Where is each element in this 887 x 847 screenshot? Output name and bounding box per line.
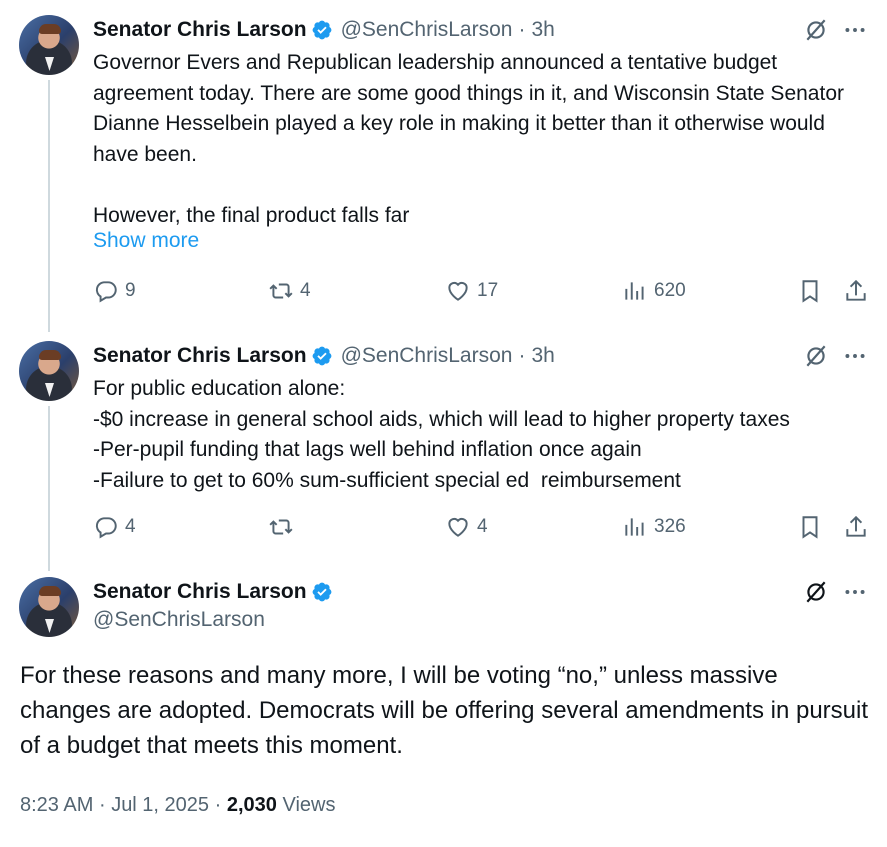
views-bar-icon bbox=[625, 282, 644, 300]
views-button[interactable]: 620 bbox=[622, 278, 686, 304]
avatar-shirt bbox=[45, 383, 54, 397]
reply-button[interactable]: 9 bbox=[93, 278, 136, 304]
share-button[interactable] bbox=[843, 278, 869, 309]
grok-slash-icon[interactable] bbox=[803, 17, 829, 48]
more-dots-icon[interactable] bbox=[842, 343, 868, 374]
separator: · bbox=[518, 18, 526, 41]
repost-button[interactable] bbox=[268, 514, 300, 540]
thread-line bbox=[48, 80, 50, 332]
bookmark-button[interactable] bbox=[797, 514, 823, 545]
separator: · bbox=[214, 794, 222, 816]
timestamp[interactable]: 3h bbox=[531, 344, 554, 368]
avatar-hair bbox=[39, 586, 61, 596]
reply-icon bbox=[95, 517, 117, 539]
avatar-shirt bbox=[45, 619, 54, 633]
separator: · bbox=[98, 794, 106, 816]
avatar-hair bbox=[39, 24, 61, 34]
main-tweet-text: For these reasons and many more, I will … bbox=[20, 662, 875, 759]
avatar-shirt bbox=[45, 57, 54, 71]
views-count: 620 bbox=[654, 280, 686, 301]
tweet-text: Governor Evers and Republican leadership… bbox=[93, 51, 844, 227]
author-name[interactable]: Senator Chris Larson bbox=[93, 580, 307, 604]
heart-icon bbox=[448, 281, 468, 301]
share-icon bbox=[846, 515, 866, 537]
views-button[interactable]: 326 bbox=[622, 514, 686, 540]
views-label: Views bbox=[282, 794, 336, 816]
share-icon bbox=[846, 279, 866, 301]
author-name[interactable]: Senator Chris Larson bbox=[93, 344, 307, 368]
repost-icon bbox=[269, 283, 293, 299]
reply-count: 9 bbox=[125, 280, 136, 301]
show-more-link[interactable]: Show more bbox=[93, 229, 199, 253]
verified-badge-icon bbox=[312, 20, 331, 40]
more-dots-icon[interactable] bbox=[842, 17, 868, 48]
avatar[interactable] bbox=[19, 15, 79, 75]
tweet-header: Senator Chris Larson @SenChrisLarson · 3… bbox=[93, 341, 555, 371]
bookmark-icon bbox=[802, 280, 818, 303]
thread-line bbox=[48, 406, 50, 571]
reply-count: 4 bbox=[125, 516, 136, 537]
views-bar-icon bbox=[625, 518, 644, 536]
tweet-text: For public education alone: -$0 increase… bbox=[93, 377, 790, 492]
grok-slash-icon[interactable] bbox=[803, 343, 829, 374]
views-total: 2,030 bbox=[226, 794, 277, 816]
post-time[interactable]: 8:23 AM bbox=[20, 794, 93, 816]
author-name[interactable]: Senator Chris Larson bbox=[93, 18, 307, 42]
repost-button[interactable]: 4 bbox=[268, 278, 311, 304]
reply-button[interactable]: 4 bbox=[93, 514, 136, 540]
share-button[interactable] bbox=[843, 514, 869, 545]
repost-count: 4 bbox=[300, 280, 311, 301]
like-count: 17 bbox=[477, 280, 499, 301]
bookmark-button[interactable] bbox=[797, 278, 823, 309]
author-handle[interactable]: @SenChrisLarson bbox=[341, 344, 513, 368]
like-button[interactable]: 4 bbox=[445, 514, 488, 540]
repost-icon bbox=[269, 519, 293, 535]
verified-badge-icon bbox=[312, 582, 331, 602]
separator: · bbox=[518, 344, 526, 367]
more-dots-icon[interactable] bbox=[842, 579, 868, 610]
heart-icon bbox=[448, 517, 468, 537]
verified-badge-icon bbox=[312, 346, 331, 366]
views-count: 326 bbox=[654, 516, 686, 537]
bookmark-icon bbox=[802, 516, 818, 539]
author-handle[interactable]: @SenChrisLarson bbox=[341, 18, 513, 42]
tweet-header: Senator Chris Larson @SenChrisLarson · 3… bbox=[93, 15, 555, 45]
tweet-meta: 8:23 AM · Jul 1, 2025 · 2,030 Views bbox=[20, 794, 335, 817]
main-author: Senator Chris Larson bbox=[93, 577, 333, 607]
like-button[interactable]: 17 bbox=[445, 278, 498, 304]
avatar-hair bbox=[39, 350, 61, 360]
avatar[interactable] bbox=[19, 341, 79, 401]
author-handle[interactable]: @SenChrisLarson bbox=[93, 608, 265, 632]
timestamp[interactable]: 3h bbox=[531, 18, 554, 42]
grok-slash-icon[interactable] bbox=[803, 579, 829, 610]
reply-icon bbox=[95, 281, 117, 303]
like-count: 4 bbox=[477, 516, 488, 537]
post-date[interactable]: Jul 1, 2025 bbox=[111, 794, 209, 816]
avatar[interactable] bbox=[19, 577, 79, 637]
